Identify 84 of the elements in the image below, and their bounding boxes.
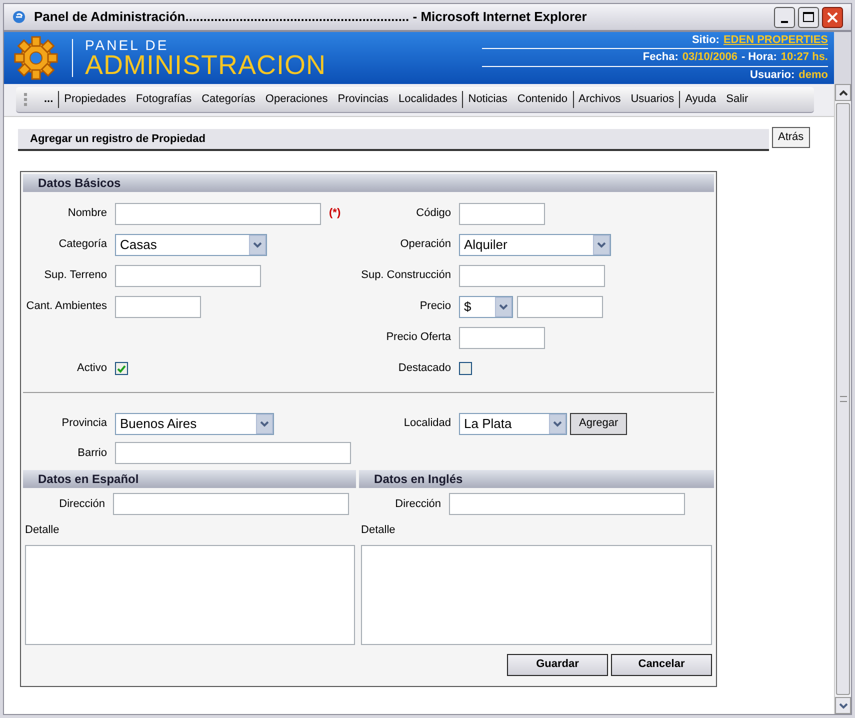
checkbox[interactable] [115,362,128,375]
text-field[interactable] [459,264,605,286]
info-label: Fecha: [642,50,678,65]
text-field[interactable] [517,296,603,318]
dropdown[interactable]: Alquiler [459,234,611,256]
window-title: Panel de Administración.............................................................. - Microsoft Internet Explorer [34,8,588,26]
checkbox[interactable] [459,362,472,375]
menu-item[interactable]: Salir [726,91,748,108]
form-button[interactable]: Cancelar [611,654,712,676]
field-label: Detalle [361,523,396,538]
user-value: demo [798,68,828,83]
field-label: Categoría [58,237,107,252]
field-label: Sup. Construcción [361,268,451,284]
info-label: Usuario: [750,68,795,83]
gear-logo-icon [12,35,60,81]
form-button[interactable]: Guardar [507,654,608,676]
text-field[interactable] [459,326,545,348]
info-label: Sitio: [692,32,720,48]
field-label: Cant. Ambientes [26,299,107,314]
close-icon[interactable] [822,6,843,28]
menu-item[interactable]: Categorías [202,91,256,108]
dropdown[interactable]: $ [459,296,513,318]
time-value: 10:27 hs. [780,50,828,65]
logo-text: PANEL DE [85,38,170,52]
menu-item[interactable]: Fotografías [136,91,192,108]
menu-item[interactable]: Operaciones [265,91,328,108]
field-label: Precio [420,299,451,314]
dropdown[interactable]: La Plata [459,412,567,434]
field-label: Detalle [25,523,60,538]
menu-item[interactable]: ... [44,91,54,108]
scroll-up-icon[interactable] [835,84,851,101]
back-button[interactable]: Atrás [772,127,810,148]
text-area[interactable] [25,544,355,644]
add-button[interactable]: Agregar [570,412,628,434]
field-label: Provincia [62,416,107,432]
menu-item[interactable]: Usuarios [630,91,674,108]
text-field[interactable] [459,202,545,224]
minimize-icon[interactable] [774,6,795,28]
text-area[interactable] [361,544,712,644]
section-header: Datos en Inglés [359,470,714,488]
field-label: Precio Oferta [386,330,451,346]
field-label: Destacado [398,361,451,376]
field-label: Sup. Terreno [44,268,107,284]
text-field[interactable] [115,442,351,464]
menu-item[interactable]: Ayuda [685,91,716,108]
browser-icon [12,10,26,24]
field-label: Activo [77,361,107,376]
menu-item[interactable]: Archivos [578,91,621,108]
field-label: Nombre [68,206,107,222]
dropdown[interactable]: Casas [115,234,267,256]
field-label: Barrio [78,446,107,461]
maximize-icon[interactable] [798,6,819,28]
text-field[interactable] [449,493,686,515]
dropdown-value: $ [463,298,472,316]
dropdown-value: La Plata [463,414,513,433]
field-label: Dirección [59,496,105,512]
scroll-thumb[interactable] [836,103,850,695]
logo-text: ADMINISTRACION [85,52,326,78]
scrollbar[interactable] [834,84,851,714]
section-header: Datos Básicos [23,174,714,192]
text-field[interactable] [115,264,261,286]
menu-item[interactable]: Contenido [517,91,568,108]
menu-item[interactable]: Localidades [398,91,458,108]
menu-item[interactable]: Provincias [338,91,389,108]
text-field[interactable] [113,493,349,515]
scroll-down-icon[interactable] [835,697,851,714]
field-label: Dirección [395,496,442,512]
field-label: Código [416,206,451,222]
page-heading: Agregar un registro de Propiedad [18,129,769,151]
text-field[interactable] [115,296,201,318]
section-header: Datos en Español [23,470,356,488]
dropdown-value: Casas [119,236,158,254]
required-mark: (*) [329,206,341,222]
text-field[interactable] [115,202,321,224]
menu-item[interactable]: Noticias [468,91,508,108]
dropdown-value: Alquiler [463,236,508,254]
menu-item[interactable]: Propiedades [64,91,126,108]
date-value: 03/10/2006 [682,50,738,65]
field-label: Localidad [404,416,451,432]
dropdown[interactable]: Buenos Aires [115,412,274,434]
field-label: Operación [400,237,451,252]
info-label: - Hora: [741,50,777,65]
dropdown-value: Buenos Aires [119,414,198,433]
grip-icon [24,93,27,106]
